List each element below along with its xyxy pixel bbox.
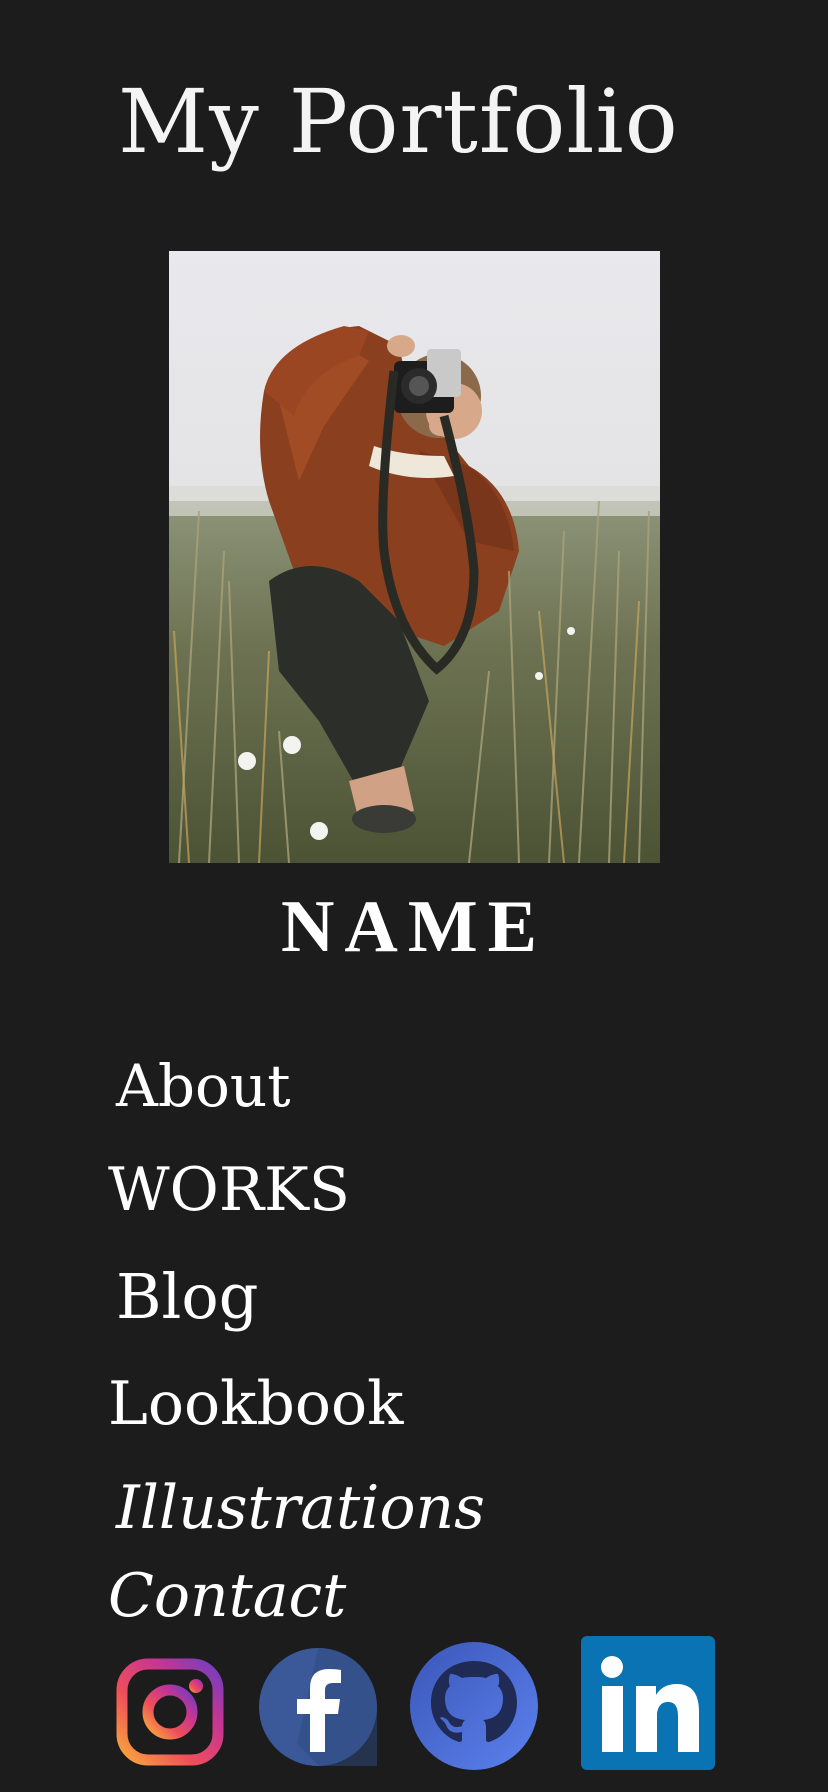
page-title: My Portfolio [118, 70, 679, 173]
profile-name: NAME [280, 886, 548, 968]
photographer-image [169, 251, 660, 863]
github-icon[interactable] [409, 1641, 539, 1771]
instagram-link[interactable] [116, 1658, 224, 1766]
instagram-icon[interactable] [116, 1658, 224, 1766]
github-link[interactable] [409, 1641, 539, 1771]
profile-photo [169, 251, 660, 863]
facebook-icon[interactable] [259, 1648, 377, 1766]
nav-item-blog[interactable]: Blog [116, 1266, 258, 1328]
nav-item-lookbook[interactable]: Lookbook [108, 1374, 403, 1434]
nav-item-about[interactable]: About [116, 1057, 291, 1115]
nav-item-works[interactable]: WORKS [108, 1160, 350, 1220]
facebook-link[interactable] [259, 1648, 377, 1766]
linkedin-link[interactable] [581, 1636, 715, 1770]
nav-item-illustrations[interactable]: Illustrations [116, 1478, 485, 1538]
linkedin-icon[interactable] [581, 1636, 715, 1770]
nav-item-contact[interactable]: Contact [108, 1566, 346, 1626]
